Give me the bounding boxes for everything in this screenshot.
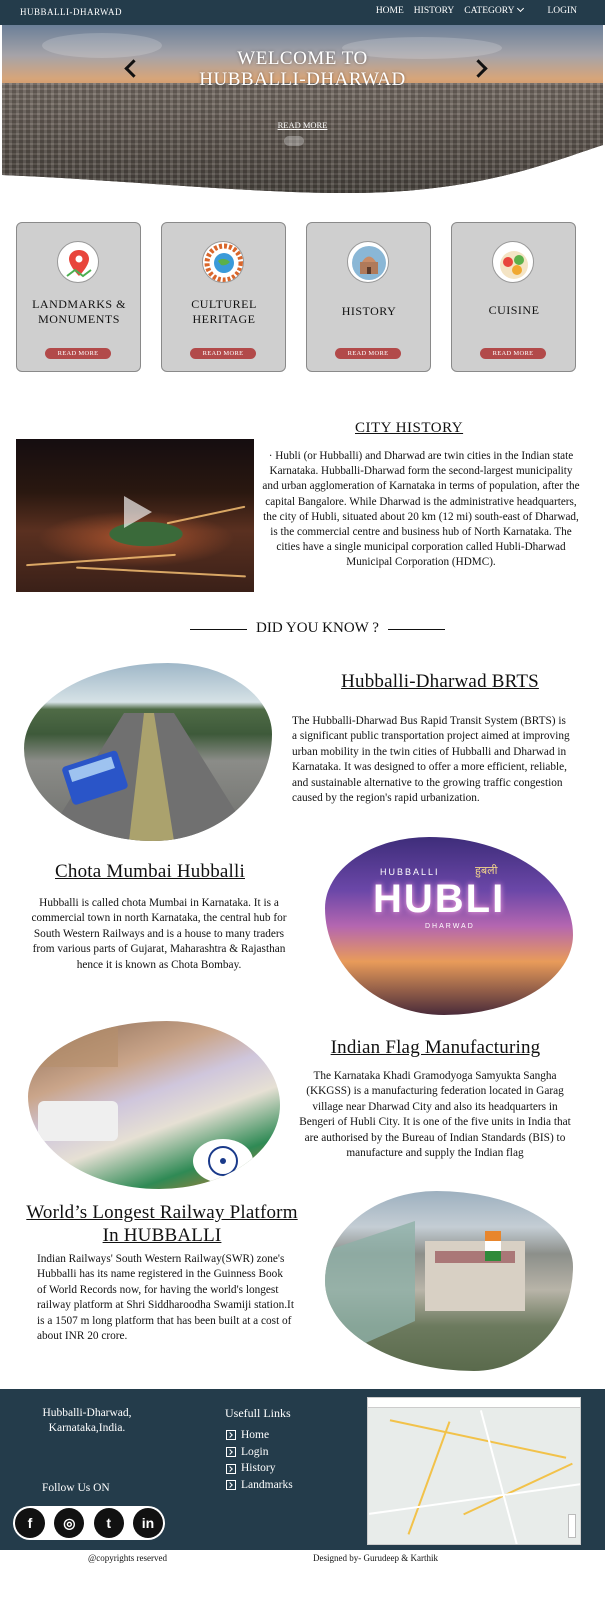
railway-station-image xyxy=(325,1191,573,1371)
city-history-text: · Hubli (or Hubballi) and Dharwad are tw… xyxy=(262,450,580,569)
copyright-text: @copyrights reserved xyxy=(88,1553,168,1563)
fact-title: Chota Mumbai Hubballi xyxy=(55,861,245,882)
nav-login[interactable]: LOGIN xyxy=(547,6,577,16)
embedded-map[interactable] xyxy=(367,1397,581,1545)
footer-address: Hubballi-Dharwad, Karnataka,India. xyxy=(42,1407,132,1434)
card-cultural-heritage[interactable]: CULTUREL HERITAGE READ MORE xyxy=(161,222,286,372)
culture-icon xyxy=(202,241,244,283)
fact-text: Indian Railways' South Western Railway(S… xyxy=(37,1253,294,1343)
card-title: LANDMARKS & MONUMENTS xyxy=(32,297,126,326)
light-streak xyxy=(26,553,176,567)
read-more-button[interactable]: READ MORE xyxy=(335,348,401,359)
follow-us-label: Follow Us ON xyxy=(42,1482,110,1494)
chevron-down-icon xyxy=(517,4,525,13)
useful-links-title: Usefull Links xyxy=(225,1406,291,1420)
nav-links: HOME HISTORY CATEGORY LOGIN xyxy=(376,4,577,16)
map-road xyxy=(479,1410,519,1544)
fact-title: Indian Flag Manufacturing xyxy=(330,1037,541,1058)
card-cuisine[interactable]: CUISINE READ MORE xyxy=(451,222,576,372)
hero-read-more-link[interactable]: READ MORE xyxy=(2,120,603,130)
read-more-button[interactable]: READ MORE xyxy=(480,348,546,359)
map-zoom-control[interactable] xyxy=(568,1514,576,1538)
chevron-right-icon xyxy=(226,1430,236,1441)
nav-category[interactable]: CATEGORY xyxy=(464,4,525,16)
hubli-sign-sub: DHARWAD xyxy=(425,923,475,930)
divider xyxy=(388,629,445,630)
did-you-know-heading: DID YOU KNOW ? xyxy=(190,620,445,638)
divider xyxy=(0,1549,605,1550)
fact-text: The Karnataka Khadi Gramodyoga Samyukta … xyxy=(299,1070,571,1160)
did-you-know-label: DID YOU KNOW ? xyxy=(256,620,379,636)
footer-link-label: Login xyxy=(241,1445,269,1458)
card-landmarks[interactable]: LANDMARKS & MONUMENTS READ MORE xyxy=(16,222,141,372)
footer: Hubballi-Dharwad, Karnataka,India. Follow… xyxy=(0,1389,605,1549)
bottom-bar: @copyrights reserved Designed by- Gurude… xyxy=(0,1549,605,1600)
nav-category-label: CATEGORY xyxy=(464,6,515,16)
card-title: CULTUREL HERITAGE xyxy=(191,297,257,326)
footer-link-label: History xyxy=(241,1462,276,1475)
map-road xyxy=(407,1421,451,1535)
card-history[interactable]: HISTORY READ MORE xyxy=(306,222,431,372)
city-history-video[interactable] xyxy=(16,439,254,592)
card-title: HISTORY xyxy=(341,304,397,318)
useful-links-list: Home Login History Landmarks xyxy=(226,1427,293,1494)
chevron-right-icon xyxy=(226,1480,236,1491)
map-pin-icon xyxy=(57,241,99,283)
monument-icon xyxy=(347,241,389,283)
light-streak xyxy=(166,505,246,525)
hubli-sign-image: HUBBALLI हुबली HUBLI DHARWAD xyxy=(325,837,573,1015)
footer-link-home[interactable]: Home xyxy=(226,1427,293,1444)
social-links: f ◎ t in xyxy=(13,1506,165,1540)
carousel-indicator[interactable] xyxy=(284,136,304,146)
read-more-button[interactable]: READ MORE xyxy=(190,348,256,359)
nav-home[interactable]: HOME xyxy=(376,6,404,16)
category-cards: LANDMARKS & MONUMENTS READ MORE CULTUREL H… xyxy=(16,222,576,372)
twitter-icon[interactable]: t xyxy=(93,1508,124,1538)
hero-carousel: WELCOME TO HUBBALLI-DHARWAD READ MORE xyxy=(2,25,603,193)
light-streak xyxy=(76,566,246,578)
map-road xyxy=(463,1462,573,1516)
fact-title: World’s Longest Railway Platform In HUBBA… xyxy=(26,1202,298,1246)
hubli-sign-top: HUBBALLI xyxy=(380,867,440,877)
fact-text: Hubballi is called chota Mumbai in Karna… xyxy=(31,897,287,971)
play-icon[interactable] xyxy=(124,496,152,528)
read-more-button[interactable]: READ MORE xyxy=(45,348,111,359)
hero-title: WELCOME TO HUBBALLI-DHARWAD xyxy=(199,48,406,90)
map-toolbar xyxy=(368,1398,580,1408)
food-icon xyxy=(492,241,534,283)
fact-title: Hubballi-Dharwad BRTS xyxy=(341,671,539,692)
facebook-icon[interactable]: f xyxy=(15,1508,45,1538)
designed-by-text: Designed by- Gurudeep & Karthik xyxy=(313,1553,438,1563)
nav-history[interactable]: HISTORY xyxy=(414,6,454,16)
footer-link-label: Home xyxy=(241,1429,270,1441)
navbar: HUBBALLI-DHARWAD HOME HISTORY CATEGORY L… xyxy=(0,0,605,25)
city-history-title: CITY HISTORY xyxy=(355,420,464,436)
map-road xyxy=(389,1419,567,1459)
chevron-right-icon xyxy=(226,1463,236,1474)
fact-text: The Hubballi-Dharwad Bus Rapid Transit S… xyxy=(292,715,570,805)
footer-link-login[interactable]: Login xyxy=(226,1444,293,1461)
divider xyxy=(190,629,247,630)
hubli-sign-main: HUBLI xyxy=(373,877,506,921)
brts-image xyxy=(24,663,272,841)
footer-link-history[interactable]: History xyxy=(226,1460,293,1477)
brand-logo[interactable]: HUBBALLI-DHARWAD xyxy=(20,7,122,17)
footer-link-label: Landmarks xyxy=(241,1479,293,1492)
chevron-right-icon xyxy=(226,1447,236,1458)
linkedin-icon[interactable]: in xyxy=(132,1508,163,1538)
card-title: CUISINE xyxy=(488,303,540,317)
flag-manufacturing-image xyxy=(28,1021,280,1189)
footer-link-landmarks[interactable]: Landmarks xyxy=(226,1477,293,1494)
hubli-sign-devanagari: हुबली xyxy=(475,864,498,877)
instagram-icon[interactable]: ◎ xyxy=(54,1508,85,1538)
